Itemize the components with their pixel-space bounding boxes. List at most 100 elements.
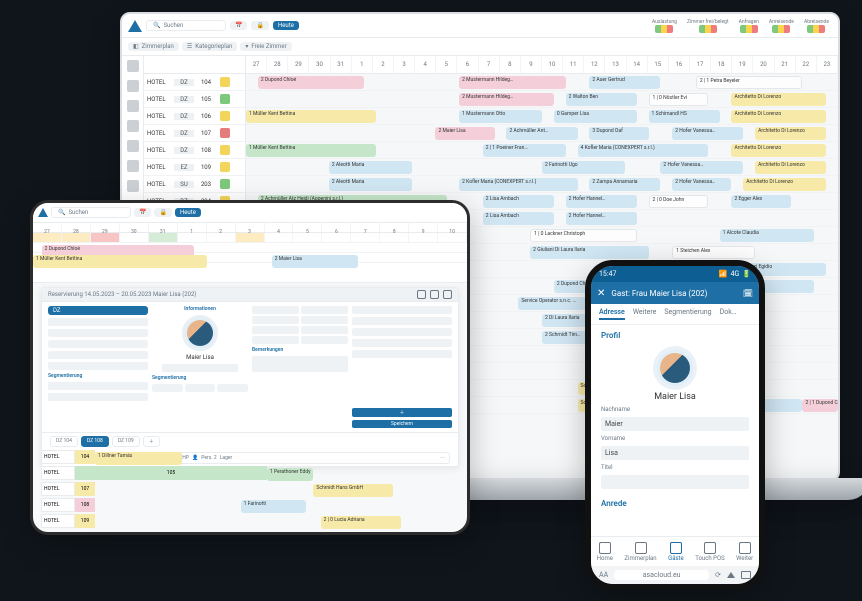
mini-room-row[interactable]: HOTEL1051 Perathoner Eddy xyxy=(41,466,459,480)
share-icon[interactable] xyxy=(727,572,735,578)
booking-block[interactable]: Architetto Di Lorenzo xyxy=(743,178,826,191)
room-tab[interactable]: DZ 109 xyxy=(112,436,140,447)
plan-toggle-kategorie[interactable]: ☰ Kategorieplan xyxy=(182,42,237,51)
booking-block[interactable]: 1 Steichen Alex xyxy=(672,246,755,259)
booking-block[interactable]: 2 Zampa Annamaria xyxy=(589,178,660,191)
booking-block[interactable]: Architetto Di Lorenzo xyxy=(731,93,826,106)
nav-item-zimmerplan[interactable]: Zimmerplan xyxy=(624,542,656,562)
search-input[interactable]: 🔍 Suchen xyxy=(51,207,131,218)
booking-block[interactable]: 2 Lisa Ambach xyxy=(483,195,554,208)
rail-icon[interactable] xyxy=(127,160,139,172)
tab-dok[interactable]: Dok… xyxy=(720,308,737,320)
booking-block[interactable]: 2 | 0 Doe John xyxy=(649,195,708,208)
booking-block[interactable]: 1 | 0 Lackner Christoph xyxy=(530,229,637,242)
mini-room-row[interactable]: HOTEL1092 | 0 Lucia Adriana xyxy=(41,514,459,528)
secondary-button[interactable]: ＋ xyxy=(352,408,452,417)
booking-block[interactable]: 2 Mustermann Hildeg… xyxy=(459,93,554,106)
filter-freie-zimmer[interactable]: ▾ Freie Zimmer xyxy=(240,42,291,51)
calendar-icon[interactable]: 📅 xyxy=(230,21,247,30)
booking-block[interactable]: 1 Mustermann Otto xyxy=(459,110,542,123)
booking-block[interactable]: 1 | 0 Nöstler Evi xyxy=(649,93,708,106)
booking-block[interactable]: 2 Mustermann Hildeg… xyxy=(459,76,566,89)
nav-item-home[interactable]: Home xyxy=(597,542,613,562)
url-address[interactable]: asacloud.eu xyxy=(614,570,709,580)
booking-block[interactable]: 2 Maier Lisa xyxy=(435,127,494,140)
rail-icon[interactable] xyxy=(127,120,139,132)
text-input[interactable]: Maier xyxy=(601,417,749,431)
mini-room-row[interactable]: HOTEL1081 Farinotti xyxy=(41,498,459,512)
tab-weitere[interactable]: Weitere xyxy=(633,308,657,320)
rail-icon[interactable] xyxy=(127,60,139,72)
rail-icon[interactable] xyxy=(127,140,139,152)
tabs-icon[interactable] xyxy=(741,571,751,579)
field[interactable] xyxy=(48,318,148,326)
lock-icon[interactable]: 🔒 xyxy=(154,208,171,217)
booking-block[interactable]: 1 Müller Kent Bettina xyxy=(246,110,376,123)
room-row[interactable]: HOTELSU203 xyxy=(144,176,245,193)
room-tab[interactable]: DZ 108 xyxy=(81,436,109,447)
tab-adresse[interactable]: Adresse xyxy=(599,308,625,320)
primary-button[interactable]: Speichern xyxy=(352,420,452,428)
booking-block[interactable]: 2 Giuliani Di Laura Ilaria xyxy=(530,246,648,259)
booking-block[interactable]: 2 Hofer Vanessa… xyxy=(672,127,743,140)
booking-block[interactable]: 2 Egger Alex xyxy=(731,195,790,208)
booking-block[interactable]: 2 Kofler Maria (CONEXPERT s.r.l.) xyxy=(459,178,577,191)
booking-block[interactable]: 2 Aleotti Maria xyxy=(329,178,412,191)
booking-block[interactable]: 1 Müller Kent Bettina xyxy=(246,144,376,157)
booking-block[interactable]: 2 | 1 Poeiner Fran… xyxy=(483,144,566,157)
close-icon[interactable] xyxy=(443,290,452,299)
booking-block[interactable]: 2 Aleotti Maria xyxy=(329,161,412,174)
minimize-icon[interactable] xyxy=(417,290,426,299)
booking-block[interactable]: Architetto Di Lorenzo xyxy=(755,127,826,140)
booking-block[interactable]: Architetto Di Lorenzo xyxy=(731,110,826,123)
add-room-tab[interactable]: ＋ xyxy=(143,436,160,447)
room-row[interactable]: HOTELDZ108 xyxy=(144,142,245,159)
booking-block[interactable]: 2 Auer Gertrud xyxy=(589,76,660,89)
booking-block[interactable]: 2 | 1 Dupond C… xyxy=(802,399,838,412)
booking-block[interactable]: 2 Dupond Chloé xyxy=(258,76,365,89)
booking-block[interactable]: 2 Walton Ben xyxy=(566,93,637,106)
maximize-icon[interactable] xyxy=(430,290,439,299)
nav-item-gäste[interactable]: Gäste xyxy=(668,542,684,562)
booking-block[interactable]: Architetto Di Lorenzo xyxy=(755,161,826,174)
room-row[interactable]: HOTELDZ104 xyxy=(144,74,245,91)
room-tab[interactable]: DZ 104 xyxy=(50,436,78,447)
text-input[interactable] xyxy=(601,475,749,489)
room-row[interactable]: HOTELDZ107 xyxy=(144,125,245,142)
room-row[interactable]: HOTELDZ105 xyxy=(144,91,245,108)
plan-toggle-zimmer[interactable]: ◧ Zimmerplan xyxy=(128,42,179,51)
booking-block[interactable]: 1 Schimandl HS xyxy=(649,110,720,123)
room-row[interactable]: HOTELDZ106 xyxy=(144,108,245,125)
today-button[interactable]: Heute xyxy=(273,21,299,30)
calendar-icon[interactable]: 🗓 xyxy=(743,289,753,298)
booking-block[interactable]: 2 Achmüller Ant… xyxy=(506,127,577,140)
booking-block[interactable]: 3 Dupond Oaf xyxy=(589,127,648,140)
rail-icon[interactable] xyxy=(127,180,139,192)
lock-icon[interactable]: 🔒 xyxy=(251,21,268,30)
search-input[interactable]: 🔍 Suchen xyxy=(146,20,226,31)
booking-block[interactable]: 2 Hofer Vanessa… xyxy=(660,161,743,174)
close-icon[interactable]: ✕ xyxy=(597,288,605,299)
calendar-icon[interactable]: 📅 xyxy=(134,208,151,217)
nav-item-weiter[interactable]: Weiter xyxy=(736,542,753,562)
room-row[interactable]: HOTELEZ109 xyxy=(144,159,245,176)
booking-block[interactable]: 0 Gamper Lisa xyxy=(554,110,637,123)
booking-block[interactable]: 2 Hofer Hannel… xyxy=(566,195,637,208)
booking-block[interactable]: 2 Farinotti Ugo xyxy=(542,161,625,174)
booking-block[interactable]: Architetto Di Lorenzo xyxy=(731,144,826,157)
booking-block[interactable]: 1 Alcote Claudia xyxy=(720,229,815,242)
text-size-icon[interactable]: AA xyxy=(599,571,608,579)
mini-room-row[interactable]: HOTEL107Schmidt Hans GmbH xyxy=(41,482,459,496)
nav-item-touch pos[interactable]: Touch POS xyxy=(695,542,724,562)
booking-block[interactable]: 2 | 1 Petra Beyeler xyxy=(696,76,803,89)
rail-icon[interactable] xyxy=(127,100,139,112)
refresh-icon[interactable]: ⟳ xyxy=(715,571,721,579)
rail-icon[interactable] xyxy=(127,80,139,92)
booking-block[interactable]: 2 Hofer Vanessa… xyxy=(672,178,731,191)
text-input[interactable]: Lisa xyxy=(601,446,749,460)
mini-room-row[interactable]: HOTEL1041 Dillner Tamás xyxy=(41,450,459,464)
today-button[interactable]: Heute xyxy=(175,208,201,217)
booking-block[interactable]: 2 Hofer Hannel… xyxy=(566,212,637,225)
booking-block[interactable]: 2 Lisa Ambach xyxy=(483,212,554,225)
tab-segment[interactable]: Segmentierung xyxy=(664,308,711,320)
